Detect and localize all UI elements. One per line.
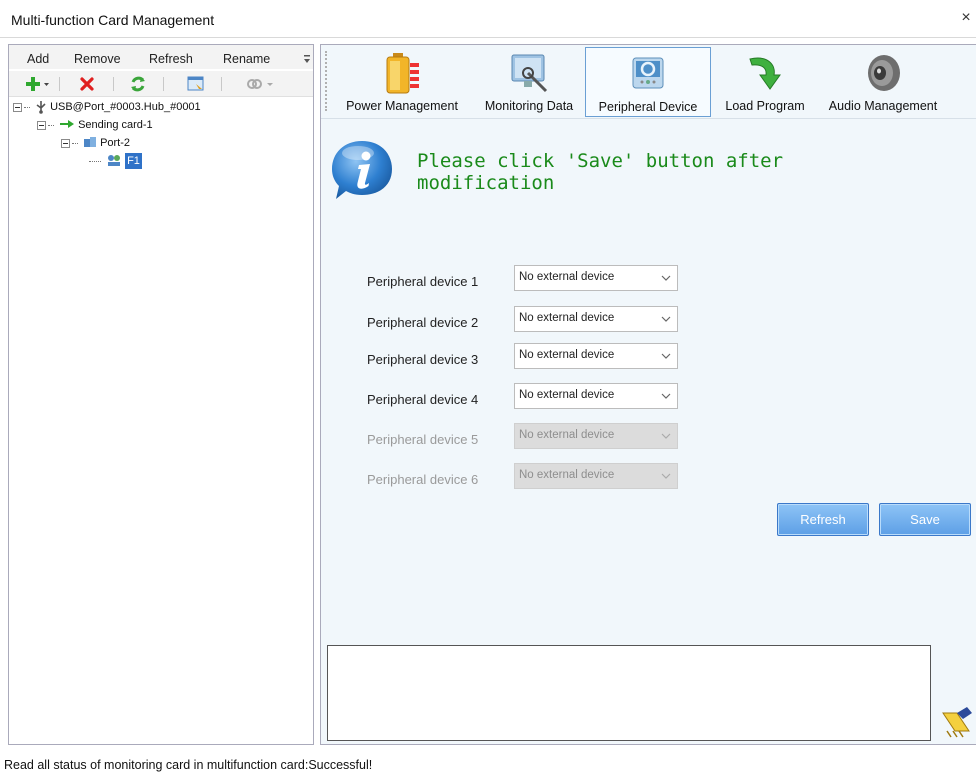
peripheral-label: Peripheral device 5 (367, 432, 479, 447)
tab-monitoring-data[interactable]: Monitoring Data (473, 47, 585, 117)
remove-icon[interactable] (79, 75, 95, 93)
peripheral-select-4[interactable]: No external device (514, 383, 678, 409)
port-icon (84, 137, 97, 147)
green-arrow-icon (60, 120, 75, 128)
monitor-icon (511, 54, 548, 93)
usb-icon (36, 101, 46, 114)
tree-node-usb[interactable]: USB@Port_#0003.Hub_#0001 (13, 99, 201, 115)
select-value: No external device (519, 469, 615, 481)
title-bar: Multi-function Card Management × (0, 0, 976, 38)
tab-label: Load Program (725, 99, 805, 113)
menu-rename[interactable]: Rename (223, 52, 270, 66)
tab-load-program[interactable]: Load Program (713, 47, 817, 117)
collapse-icon[interactable] (37, 121, 46, 130)
refresh-button[interactable]: Refresh (777, 503, 869, 536)
function-ribbon: Power Management Monitoring Data Periphe… (321, 45, 976, 119)
link-icon[interactable] (245, 75, 275, 93)
peripheral-row-6: Peripheral device 6 No external device (321, 463, 976, 493)
peripheral-select-5: No external device (514, 423, 678, 449)
peripheral-row-1: Peripheral device 1 No external device (321, 265, 976, 295)
tab-label: Power Management (346, 99, 458, 113)
peripheral-row-5: Peripheral device 5 No external device (321, 423, 976, 453)
toolbar-separator (59, 77, 60, 91)
refresh-icon[interactable] (129, 75, 147, 93)
chevron-down-icon (661, 316, 671, 322)
tree-label-sending-card: Sending card-1 (78, 119, 153, 131)
select-value: No external device (519, 389, 615, 401)
function-pane: Power Management Monitoring Data Periphe… (320, 44, 976, 745)
tab-peripheral-device[interactable]: Peripheral Device (585, 47, 711, 117)
peripheral-label: Peripheral device 1 (367, 274, 479, 289)
tree-node-port[interactable]: Port-2 (61, 135, 130, 151)
tab-power-management[interactable]: Power Management (335, 47, 469, 117)
add-icon[interactable] (25, 75, 51, 93)
device-icon (632, 57, 664, 89)
menu-remove[interactable]: Remove (74, 52, 121, 66)
tree-label-usb: USB@Port_#0003.Hub_#0001 (50, 101, 201, 113)
tab-label: Peripheral Device (598, 100, 698, 114)
close-icon[interactable]: × (958, 10, 974, 26)
chevron-down-icon (661, 353, 671, 359)
tree-node-sending-card[interactable]: Sending card-1 (37, 117, 153, 133)
select-value: No external device (519, 271, 615, 283)
tree-node-card[interactable]: F1 (89, 153, 142, 169)
peripheral-row-4: Peripheral device 4 No external device (321, 383, 976, 413)
chevron-down-icon (661, 433, 671, 439)
log-output[interactable] (327, 645, 931, 741)
save-notice: Please click 'Save' button after modific… (417, 150, 784, 194)
tree-menu-bar: Add Remove Refresh Rename (9, 45, 313, 69)
speaker-icon (868, 55, 900, 91)
battery-icon (386, 53, 419, 94)
peripheral-select-6: No external device (514, 463, 678, 489)
peripheral-label: Peripheral device 4 (367, 392, 479, 407)
view-icon[interactable] (187, 75, 205, 93)
overflow-icon[interactable] (303, 55, 311, 65)
toolbar-separator (113, 77, 114, 91)
device-tree-pane: Add Remove Refresh Rename USB@Port_#0003… (8, 44, 314, 745)
chevron-down-icon (661, 393, 671, 399)
peripheral-label: Peripheral device 3 (367, 352, 479, 367)
ribbon-grip (325, 51, 327, 111)
peripheral-row-3: Peripheral device 3 No external device (321, 343, 976, 373)
collapse-icon[interactable] (13, 103, 22, 112)
tree-label-port: Port-2 (100, 137, 131, 149)
save-button[interactable]: Save (879, 503, 971, 536)
clear-brush-icon[interactable] (937, 703, 975, 741)
peripheral-select-2[interactable]: No external device (514, 306, 678, 332)
peripheral-select-3[interactable]: No external device (514, 343, 678, 369)
menu-add[interactable]: Add (27, 52, 49, 66)
tab-audio-management[interactable]: Audio Management (819, 47, 947, 117)
select-value: No external device (519, 349, 615, 361)
select-value: No external device (519, 429, 615, 441)
select-value: No external device (519, 312, 615, 324)
status-bar: Read all status of monitoring card in mu… (0, 751, 976, 773)
peripheral-select-1[interactable]: No external device (514, 265, 678, 291)
tab-label: Audio Management (828, 99, 938, 113)
chevron-down-icon (661, 275, 671, 281)
collapse-icon[interactable] (61, 139, 70, 148)
peripheral-label: Peripheral device 2 (367, 315, 479, 330)
tree-toolbar (9, 71, 313, 97)
toolbar-separator (163, 77, 164, 91)
load-arrow-icon (749, 57, 781, 90)
window-title: Multi-function Card Management (11, 12, 215, 28)
peripheral-label: Peripheral device 6 (367, 472, 479, 487)
status-text: Read all status of monitoring card in mu… (4, 758, 373, 772)
toolbar-separator (221, 77, 222, 91)
peripheral-row-2: Peripheral device 2 No external device (321, 306, 976, 336)
info-icon (332, 141, 392, 199)
tab-label: Monitoring Data (484, 99, 574, 113)
tree-label-card: F1 (125, 153, 142, 169)
menu-refresh[interactable]: Refresh (149, 52, 193, 66)
chevron-down-icon (661, 473, 671, 479)
card-icon (108, 155, 121, 166)
